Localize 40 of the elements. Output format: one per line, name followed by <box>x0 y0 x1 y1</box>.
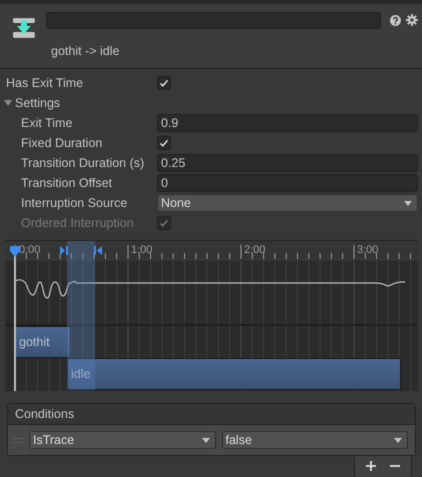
time-label: 3:00 <box>357 244 378 256</box>
check-icon <box>159 78 169 88</box>
playhead-icon[interactable] <box>10 245 20 257</box>
field-label: Has Exit Time <box>6 76 84 90</box>
field-label: Fixed Duration <box>21 136 104 150</box>
clip-bar[interactable]: gothit <box>15 326 71 358</box>
remove-button[interactable]: − <box>385 457 405 475</box>
check-icon <box>159 138 169 148</box>
transition-icon <box>13 17 35 39</box>
name-field[interactable] <box>46 12 382 29</box>
checkbox[interactable] <box>157 76 171 90</box>
caret-icon <box>202 438 210 442</box>
caret-icon <box>404 200 412 206</box>
help-icon[interactable] <box>390 15 402 26</box>
number-field[interactable]: 0 <box>157 174 418 192</box>
settings-foldout[interactable]: Settings <box>0 93 60 113</box>
field-label: Exit Time <box>21 116 74 130</box>
value-dropdown[interactable]: false <box>222 431 408 449</box>
triangle-icon <box>4 99 12 107</box>
field-label: Transition Duration (s) <box>21 156 146 170</box>
checkbox[interactable] <box>157 136 171 150</box>
transition-timeline[interactable]: 0:00 1:00 2:00 3:00 gothit idle <box>5 240 418 391</box>
field-label: Ordered Interruption <box>21 216 135 230</box>
time-label: 1:00 <box>131 244 152 256</box>
field-label: Interruption Source <box>21 196 128 210</box>
number-field[interactable]: 0.9 <box>157 114 418 132</box>
number-field[interactable]: 0.25 <box>157 154 418 172</box>
add-button[interactable]: + <box>361 457 381 475</box>
time-label: 2:00 <box>244 244 266 256</box>
time-label: 0:00 <box>19 244 40 256</box>
transition-end-icon[interactable] <box>94 246 102 255</box>
field-label: Transition Offset <box>21 176 114 190</box>
parameter-dropdown[interactable]: IsTrace <box>29 431 216 449</box>
transition-start-icon[interactable] <box>60 246 68 255</box>
transition-range[interactable] <box>67 241 95 390</box>
dropdown[interactable]: None <box>157 194 418 212</box>
transition-title: gothit -> idle <box>51 44 120 58</box>
caret-icon <box>394 438 402 442</box>
settings-icon[interactable] <box>406 14 418 26</box>
conditions-title: Conditions <box>8 404 415 425</box>
